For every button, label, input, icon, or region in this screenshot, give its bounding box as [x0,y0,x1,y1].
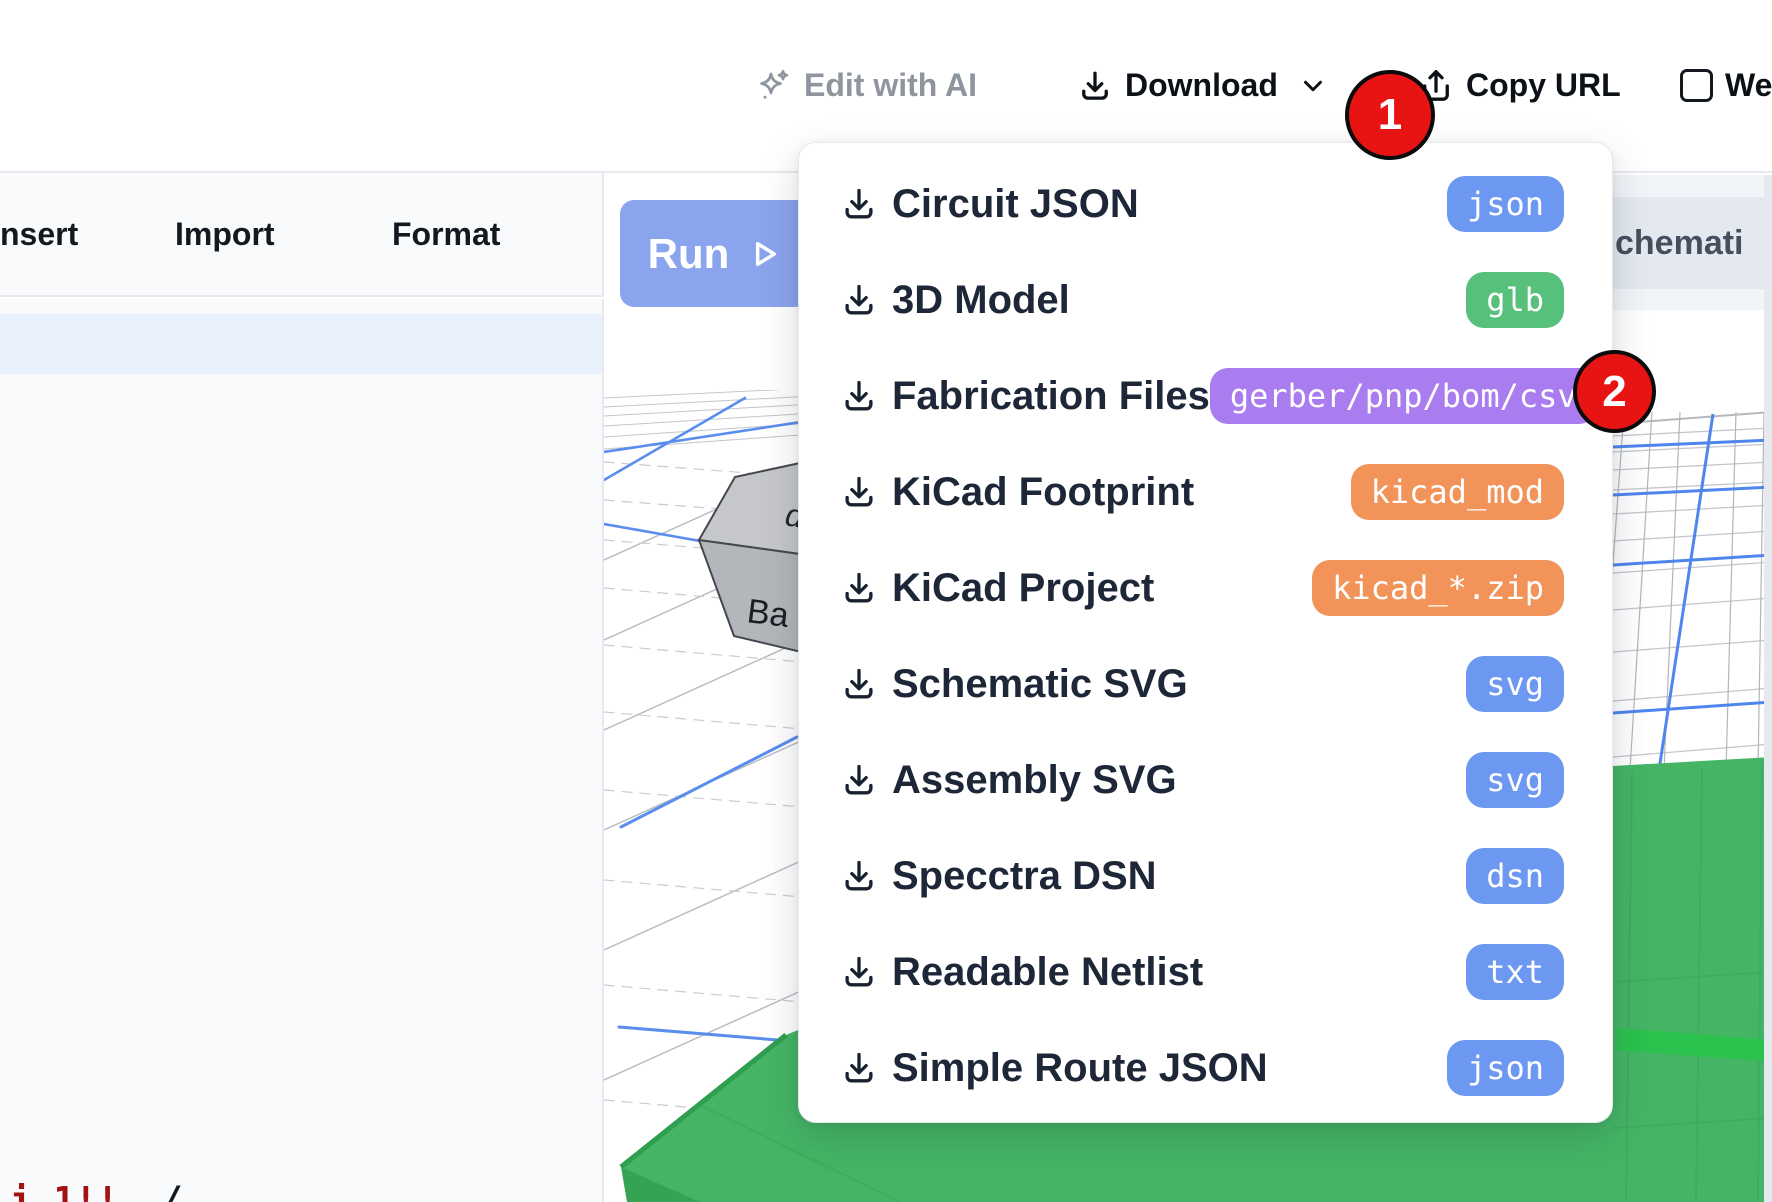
format-badge: svg [1466,656,1564,712]
format-badge: svg [1466,752,1564,808]
menu-item-assembly-svg[interactable]: Assembly SVG svg [799,732,1612,828]
menubar-item-format[interactable]: Format [392,173,500,295]
run-label: Run [648,230,730,278]
download-icon [840,281,878,319]
menu-item-kicad-footprint[interactable]: KiCad Footprint kicad_mod [799,444,1612,540]
annotation-step-2: 2 [1573,350,1656,433]
menu-item-simple-route-json[interactable]: Simple Route JSON json [799,1020,1612,1116]
download-icon [840,953,878,991]
3d-model-cube: d Ba [699,460,814,655]
play-icon [745,235,783,273]
menubar-item-insert[interactable]: nsert [0,173,78,295]
format-badge: json [1447,1040,1564,1096]
menu-item-circuit-json[interactable]: Circuit JSON json [799,156,1612,252]
download-icon [840,473,878,511]
editor-active-line-highlight [0,314,602,374]
menubar-item-import[interactable]: Import [175,173,275,295]
download-icon [1077,68,1113,104]
menu-item-3d-model[interactable]: 3D Model glb [799,252,1612,348]
download-icon [840,665,878,703]
download-label: Download [1125,67,1278,104]
download-icon [840,857,878,895]
format-badge: dsn [1466,848,1564,904]
menu-item-kicad-project[interactable]: KiCad Project kicad_*.zip [799,540,1612,636]
editor-menubar: nsert Import Format [0,173,604,297]
webview-checkbox[interactable] [1680,69,1713,102]
format-badge: txt [1466,944,1564,1000]
perspective-grid-right [1598,412,1772,770]
code-editor[interactable]: i 1!! / [0,299,604,1202]
run-button[interactable]: Run [620,200,811,307]
viewer-right-edge-strip [1764,175,1772,1202]
format-badge: gerber/pnp/bom/csv [1210,368,1597,424]
format-badge: json [1447,176,1564,232]
viewer-tabbar: chemati [1613,175,1772,310]
cube-front-label: Ba [745,592,791,635]
menu-item-fabrication-files[interactable]: Fabrication Files gerber/pnp/bom/csv [799,348,1612,444]
webview-label: We [1725,67,1772,104]
chevron-down-icon [1298,71,1328,101]
tab-schematic[interactable]: chemati [1613,197,1772,289]
download-icon [840,1049,878,1087]
format-badge: glb [1466,272,1564,328]
download-menu: Circuit JSON json 3D Model glb Fabricati… [798,142,1613,1123]
annotation-step-1: 1 [1345,70,1435,160]
download-icon [840,569,878,607]
sparkles-icon [756,68,792,104]
editor-clipped-code: i 1!! / [10,1180,183,1202]
app-window: Edit with AI Download Copy URL We nsert … [0,0,1772,1202]
download-icon [840,761,878,799]
tab-schematic-label: chemati [1615,224,1744,263]
menu-item-specctra-dsn[interactable]: Specctra DSN dsn [799,828,1612,924]
format-badge: kicad_*.zip [1312,560,1564,616]
edit-with-ai-label: Edit with AI [804,67,977,104]
copy-url-label: Copy URL [1466,67,1621,104]
menu-item-schematic-svg[interactable]: Schematic SVG svg [799,636,1612,732]
download-icon [840,377,878,415]
format-badge: kicad_mod [1351,464,1564,520]
menu-item-readable-netlist[interactable]: Readable Netlist txt [799,924,1612,1020]
download-icon [840,185,878,223]
webview-toggle[interactable]: We [1680,0,1772,171]
